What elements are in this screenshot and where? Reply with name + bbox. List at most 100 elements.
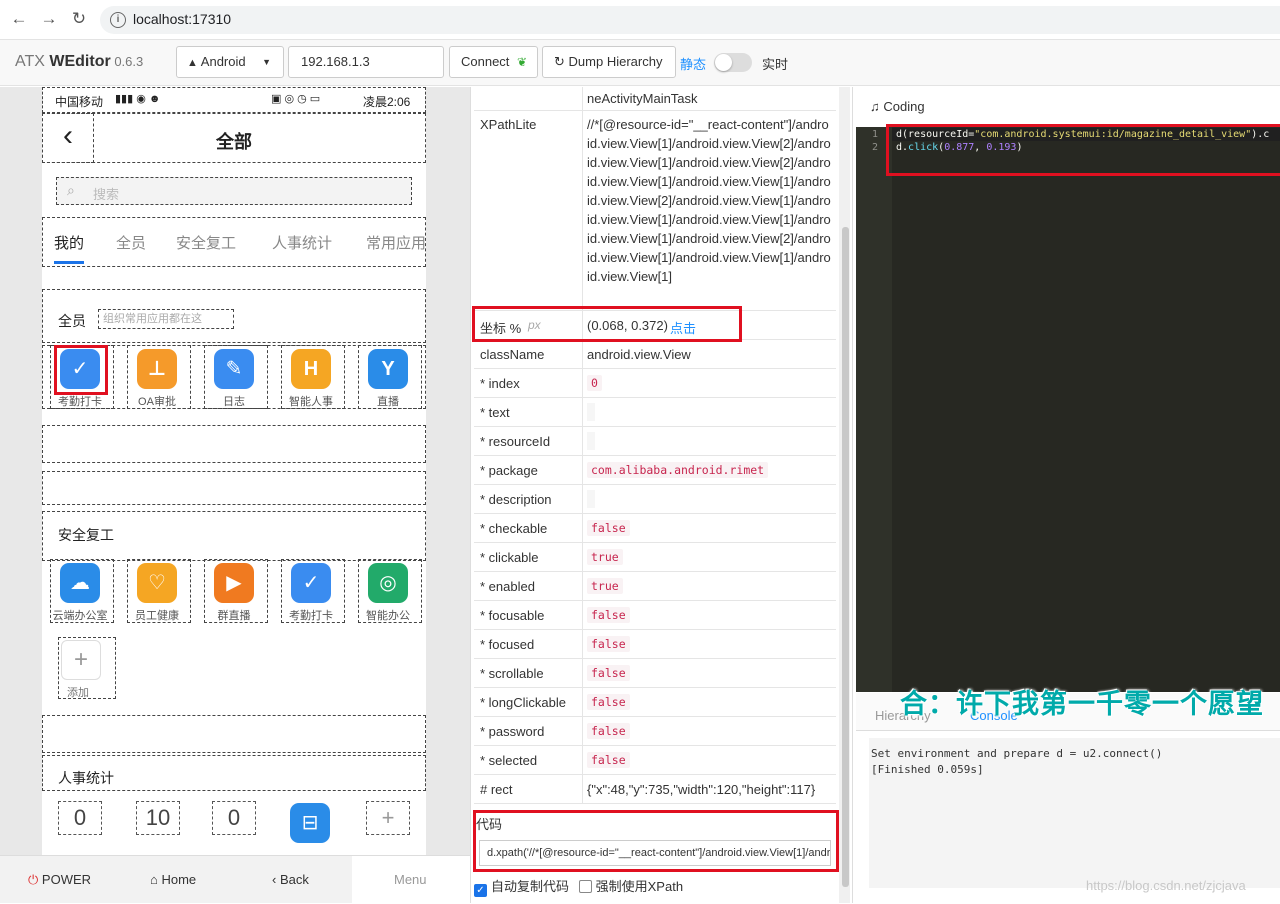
home-button[interactable]: ⌂ Home [150, 872, 196, 887]
dump-hierarchy-button[interactable]: ↻ Dump Hierarchy [542, 46, 676, 78]
back-chevron-icon[interactable]: ‹ [42, 113, 94, 163]
tab-safe-return[interactable]: 安全复工 [176, 232, 236, 253]
prop-value: false [587, 665, 630, 681]
prop-value: com.alibaba.android.rimet [587, 462, 769, 478]
app-icon[interactable]: ◎ [368, 563, 408, 603]
prop-value-code: false [587, 694, 630, 710]
auto-copy-checkbox[interactable]: ✓ [474, 884, 487, 897]
device-ip-input[interactable]: 192.168.1.3 [288, 46, 444, 78]
search-box[interactable]: ⌕ 搜索 [56, 177, 412, 205]
prop-key: * selected [480, 753, 538, 768]
code-editor[interactable] [856, 127, 1280, 692]
app-icon[interactable]: ♡ [137, 563, 177, 603]
prop-row: * scrollable false [474, 659, 836, 688]
tab-all-staff[interactable]: 全员 [116, 232, 146, 253]
app-icon[interactable]: H [291, 349, 331, 389]
app-toolbar: ATX WEditor 0.6.3 ▲ Android ▼ 192.168.1.… [0, 40, 1280, 86]
prop-row: * focused false [474, 630, 836, 659]
coding-title-text: Coding [883, 99, 925, 114]
clock-text: 凌晨2:06 [363, 95, 411, 109]
code-highlight-right [886, 124, 1280, 176]
line-number: 2 [872, 142, 879, 153]
spacer-row [42, 471, 426, 505]
app-icon[interactable]: ⊥ [137, 349, 177, 389]
tab-common-apps[interactable]: 常用应用 [366, 232, 426, 253]
hr-app-icon[interactable]: ⊟ [290, 803, 330, 843]
leaf-icon: ❦ [517, 55, 528, 69]
prop-value-code: com.alibaba.android.rimet [587, 462, 769, 478]
prop-value: false [587, 607, 630, 623]
back-button[interactable]: ‹ Back [272, 872, 309, 887]
device-screenshot[interactable]: 中国移动 ▮▮▮ ◉ ☻ ▣ ◎ ◷ ▭ 凌晨2:06 ‹ 全部 ⌕ 搜索 我的… [42, 87, 426, 855]
mode-live-label: 实时 [762, 57, 789, 72]
code-input[interactable]: d.xpath('//*[@resource-id="__react-conte… [479, 840, 831, 866]
tab-mine[interactable]: 我的 [54, 232, 84, 253]
prop-value: {"x":48,"y":735,"width":120,"height":117… [587, 782, 816, 797]
app-label: OA审批 [138, 396, 176, 408]
app-label: 员工健康 [135, 610, 179, 622]
prop-value: //*[@resource-id="__react-content"]/andr… [587, 117, 831, 284]
properties-scroll-thumb[interactable] [842, 227, 849, 887]
hr-add-button[interactable]: + [366, 801, 410, 835]
prop-value-code: false [587, 607, 630, 623]
home-label: Home [161, 872, 197, 887]
force-xpath-checkbox[interactable] [578, 880, 592, 893]
site-info-icon[interactable]: i [110, 12, 126, 28]
app-icon[interactable]: ☁ [60, 563, 100, 603]
prop-key: * resourceId [480, 434, 551, 449]
back-label: Back [279, 872, 309, 887]
spacer-row [42, 715, 426, 753]
app-icon[interactable]: Y [368, 349, 408, 389]
connect-label: Connect [461, 54, 510, 69]
prop-key: * longClickable [480, 695, 566, 710]
console-output [869, 738, 1280, 888]
line-number: 1 [872, 129, 879, 140]
coordinate-highlight [472, 306, 742, 342]
power-icon: ⏻ [28, 872, 39, 887]
prop-value: true [587, 549, 623, 565]
prop-key: * package [480, 463, 538, 478]
selected-element-highlight [54, 345, 108, 395]
search-placeholder: 搜索 [93, 187, 120, 202]
section-all-hint: 组织常用应用都在这 [98, 309, 234, 329]
chevron-left-icon: ‹ [272, 872, 277, 887]
prop-value-code: false [587, 723, 630, 739]
platform-select[interactable]: ▲ Android ▼ [176, 46, 284, 78]
add-app-button[interactable]: + 添加 [58, 637, 116, 699]
signal-icon: ▮▮▮ ◉ ☻ [115, 93, 161, 105]
device-nav-bar: ⏻ POWER ⌂ Home ‹ Back Menu [0, 855, 470, 904]
prop-value: false [587, 694, 630, 710]
app-icon[interactable]: ✎ [214, 349, 254, 389]
prop-key: XPathLite [480, 117, 537, 132]
hr-stat-value[interactable]: 0 [58, 801, 102, 835]
app-icon[interactable]: ▶ [214, 563, 254, 603]
menu-button[interactable]: Menu [352, 856, 470, 904]
header-title: 全部 [216, 132, 252, 152]
brand-prefix: ATX [15, 53, 50, 70]
prop-key: # rect [480, 782, 513, 797]
carrier-text: 中国移动 [55, 95, 104, 109]
hr-stat-value[interactable]: 0 [212, 801, 256, 835]
app-icon[interactable]: ✓ [291, 563, 331, 603]
home-icon: ⌂ [150, 872, 158, 887]
mode-static-label: 静态 [680, 57, 707, 72]
reload-icon[interactable]: ↻ [68, 8, 90, 30]
prop-value: 0 [587, 375, 602, 391]
live-mode-toggle[interactable] [714, 53, 752, 72]
prop-row: * checkable false [474, 514, 836, 543]
forward-arrow-icon[interactable]: → [38, 8, 60, 30]
connect-button[interactable]: Connect ❦ [449, 46, 538, 78]
spacer-row [42, 425, 426, 463]
prop-value-code: 0 [587, 375, 602, 391]
back-arrow-icon[interactable]: ← [8, 8, 30, 30]
prop-value-code: false [587, 636, 630, 652]
tab-hr-stats[interactable]: 人事统计 [272, 232, 332, 253]
power-button[interactable]: ⏻ POWER [28, 872, 91, 888]
refresh-icon: ↻ [554, 54, 565, 69]
prop-key: * clickable [480, 550, 539, 565]
address-bar[interactable]: i localhost:17310 [100, 6, 1280, 34]
prop-row: * selected false [474, 746, 836, 775]
prop-value [587, 403, 595, 424]
hr-stat-value[interactable]: 10 [136, 801, 180, 835]
prop-row: * focusable false [474, 601, 836, 630]
